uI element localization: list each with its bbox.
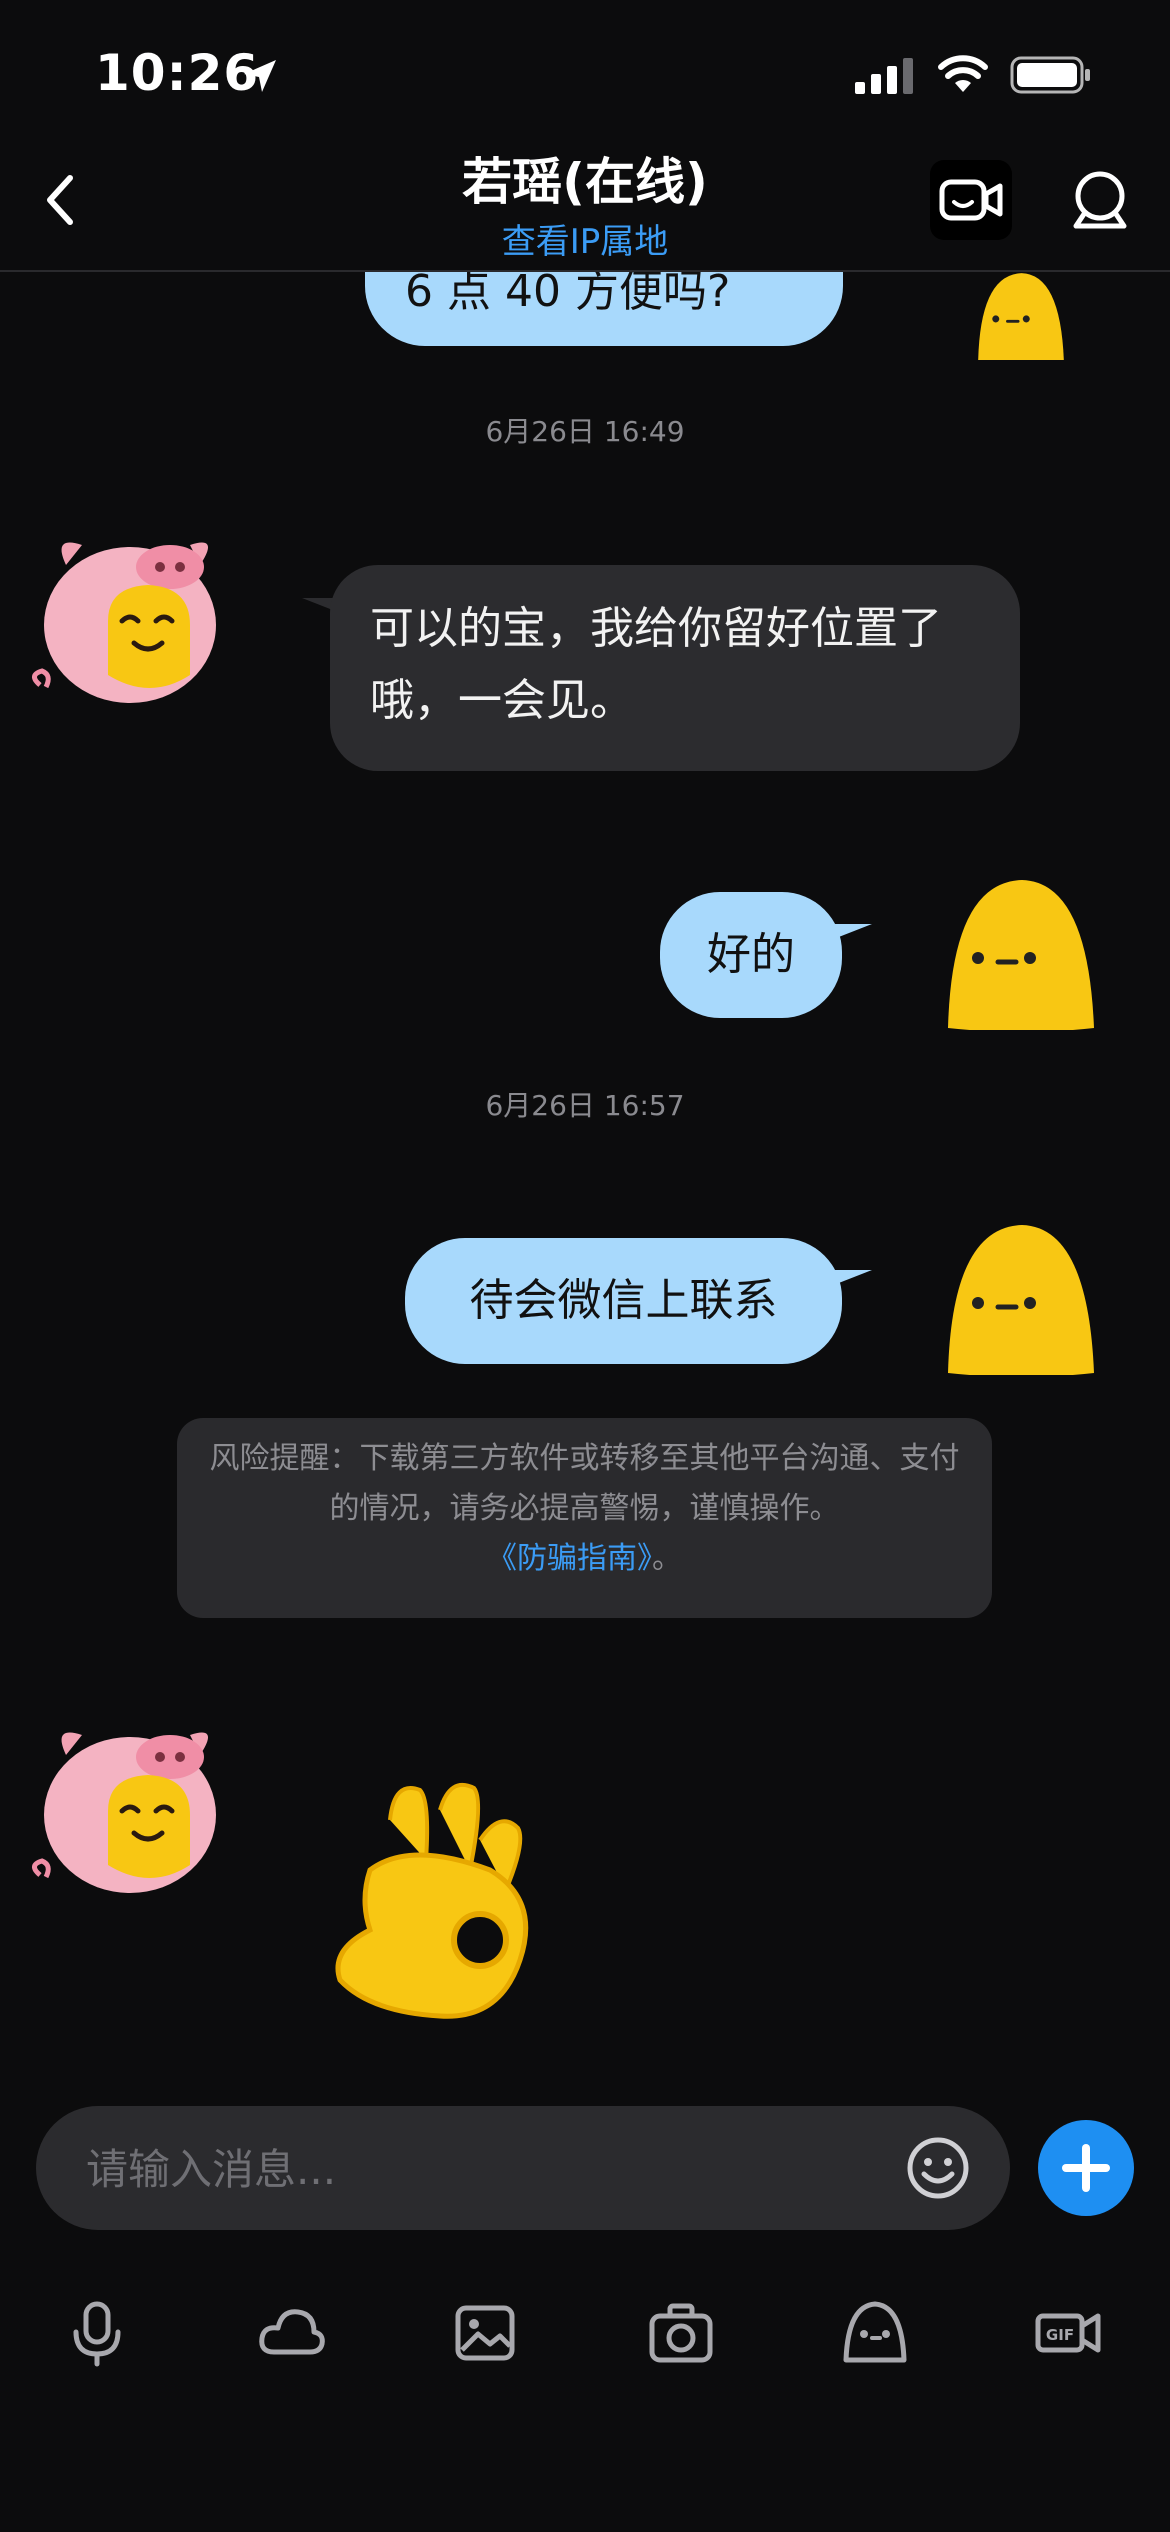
outgoing-bubble-tail <box>826 924 872 942</box>
risk-warning-text: 风险提醒：下载第三方软件或转移至其他平台沟通、支付的情况，请务必提高警惕，谨慎操… <box>209 1441 960 1526</box>
outgoing-message-text: 待会微信上联系 <box>469 1275 778 1326</box>
incoming-message: 可以的宝，我给你留好位置了哦，一会见。 <box>330 565 1020 771</box>
wifi-icon <box>938 55 988 92</box>
message-input[interactable] <box>84 2136 868 2202</box>
outgoing-message: 待会微信上联系 <box>405 1238 842 1364</box>
cellular-signal-icon <box>855 58 913 94</box>
camera-icon[interactable] <box>646 2298 716 2368</box>
contact-avatar-pig-sticker <box>32 542 216 703</box>
profile-icon[interactable] <box>1060 160 1140 240</box>
outgoing-message-text: 好的 <box>707 929 795 980</box>
timestamp: 6月26日 16:49 <box>485 415 685 448</box>
outgoing-message: 好的 <box>660 892 842 1018</box>
timestamp: 6月26日 16:57 <box>485 1089 685 1122</box>
contact-avatar-pig-sticker <box>32 1732 216 1893</box>
risk-warning-notice: 风险提醒：下载第三方软件或转移至其他平台沟通、支付的情况，请务必提高警惕，谨慎操… <box>177 1418 992 1618</box>
chat-header: 若瑶(在线) 查看IP属地 <box>0 130 1170 272</box>
anti-fraud-guide-link[interactable]: 《防骗指南》 <box>487 1541 652 1576</box>
plus-icon <box>1062 2144 1110 2192</box>
svg-text:GIF: GIF <box>1046 2326 1074 2344</box>
outgoing-bubble-tail <box>826 1270 872 1288</box>
sticker-icon[interactable] <box>840 2298 910 2368</box>
incoming-message-text: 可以的宝，我给你留好位置了哦，一会见。 <box>370 603 942 726</box>
my-avatar-sticker <box>948 1225 1094 1375</box>
add-attachment-button[interactable] <box>1038 2120 1134 2216</box>
gif-icon[interactable]: GIF <box>1034 2298 1104 2368</box>
message-input-bar <box>36 2106 1010 2230</box>
battery-icon <box>1010 56 1090 94</box>
status-time: 10:26 <box>95 44 260 102</box>
video-camera-icon <box>939 179 1003 221</box>
location-arrow-icon <box>244 60 276 92</box>
mic-icon[interactable] <box>62 2298 132 2368</box>
emoji-icon[interactable] <box>904 2134 972 2202</box>
risk-warning-end: 。 <box>652 1541 682 1576</box>
partial-message-text: 6 点 40 方便吗? <box>405 266 731 317</box>
my-avatar-sticker <box>948 880 1094 1030</box>
cloud-icon[interactable] <box>256 2298 326 2368</box>
image-icon[interactable] <box>450 2298 520 2368</box>
video-call-button[interactable] <box>930 160 1012 240</box>
ok-hand-sticker <box>335 1782 529 2019</box>
my-avatar-sticker <box>978 273 1064 360</box>
